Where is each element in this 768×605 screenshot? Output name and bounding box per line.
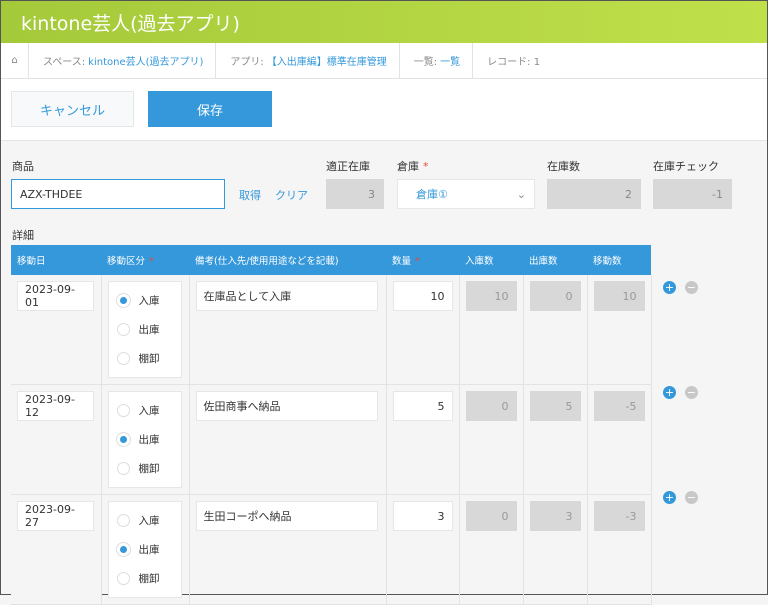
qty-input[interactable]: 5	[392, 391, 453, 421]
qty-input[interactable]: 10	[392, 281, 453, 311]
product-input[interactable]: AZX-THDEE	[11, 179, 225, 209]
radio-button[interactable]	[116, 462, 130, 475]
in-field: 0	[465, 391, 517, 421]
radio-label: 出庫	[138, 324, 160, 336]
kind-radio-group: 入庫 出庫 棚卸	[107, 501, 182, 598]
radio-option[interactable]: 棚卸	[116, 564, 173, 593]
row-actions: + −	[663, 386, 698, 399]
radio-button[interactable]	[116, 572, 130, 585]
header-out: 出庫数	[523, 245, 587, 275]
radio-label: 入庫	[138, 405, 160, 417]
header-date: 移動日	[11, 245, 101, 275]
remove-row-icon[interactable]: −	[685, 281, 698, 294]
toolbar: キャンセル 保存	[1, 79, 767, 141]
note-input[interactable]: 在庫品として入庫	[195, 281, 378, 311]
stock-check-label: 在庫チェック	[653, 160, 719, 173]
qty-input[interactable]: 3	[392, 501, 453, 531]
note-input[interactable]: 佐田商事へ納品	[195, 391, 378, 421]
date-input[interactable]: 2023-09-27	[17, 501, 94, 531]
stock-label: 在庫数	[547, 160, 580, 173]
space-link[interactable]: kintone芸人(過去アプリ)	[88, 53, 203, 68]
breadcrumb: ⌂ スペース: kintone芸人(過去アプリ) アプリ: 【入出庫編】標準在庫管理…	[1, 42, 767, 79]
radio-button[interactable]	[116, 543, 130, 556]
row-actions: + −	[663, 281, 698, 294]
radio-label: 棚卸	[138, 573, 160, 585]
breadcrumb-view[interactable]: 一覧: 一覧	[400, 42, 474, 79]
out-field: 5	[529, 391, 581, 421]
table-row: 2023-09-12 入庫出庫棚卸 佐田商事へ納品 5 0 5 -5	[11, 384, 652, 495]
warehouse-label: 倉庫 *	[397, 160, 429, 173]
proper-stock-label: 適正在庫	[326, 160, 370, 173]
in-field: 0	[465, 501, 517, 531]
header-kind: 移動区分 *	[101, 245, 189, 275]
header-note: 備考(仕入先/使用用途などを記載)	[189, 245, 386, 275]
detail-table: 移動日 移動区分 * 備考(仕入先/使用用途などを記載) 数量 * 入庫数 出庫数 …	[11, 245, 652, 605]
add-row-icon[interactable]: +	[663, 386, 676, 399]
date-input[interactable]: 2023-09-12	[17, 391, 94, 421]
header-move: 移動数	[587, 245, 651, 275]
remove-row-icon[interactable]: −	[685, 386, 698, 399]
radio-button[interactable]	[116, 294, 130, 307]
stock-check-field: -1	[653, 179, 732, 209]
add-row-icon[interactable]: +	[663, 491, 676, 504]
radio-label: 棚卸	[138, 463, 160, 475]
row-actions: + −	[663, 491, 698, 504]
detail-label: 詳細	[12, 229, 34, 242]
get-link[interactable]: 取得	[239, 187, 261, 203]
table-row: 2023-09-01 入庫出庫棚卸 在庫品として入庫 10 10 0 10	[11, 275, 652, 385]
radio-option[interactable]: 出庫	[116, 315, 173, 344]
app-label: アプリ:	[230, 57, 264, 68]
note-input[interactable]: 生田コーポへ納品	[195, 501, 378, 531]
radio-option[interactable]: 入庫	[116, 506, 173, 535]
radio-label: 棚卸	[138, 353, 160, 365]
proper-stock-field: 3	[326, 179, 384, 209]
radio-label: 入庫	[138, 515, 160, 527]
in-field: 10	[465, 281, 517, 311]
radio-label: 入庫	[138, 295, 160, 307]
save-button[interactable]: 保存	[148, 91, 272, 127]
warehouse-select[interactable]: 倉庫① ⌄	[397, 179, 535, 209]
move-field: -5	[593, 391, 645, 421]
radio-label: 出庫	[138, 434, 160, 446]
out-field: 3	[529, 501, 581, 531]
app-link[interactable]: 【入出庫編】標準在庫管理	[267, 53, 387, 68]
radio-option[interactable]: 出庫	[116, 535, 173, 564]
move-field: -3	[593, 501, 645, 531]
radio-option[interactable]: 棚卸	[116, 454, 173, 483]
app-title: kintone芸人(過去アプリ)	[1, 1, 767, 43]
header-qty: 数量 *	[386, 245, 459, 275]
header-in: 入庫数	[459, 245, 523, 275]
add-row-icon[interactable]: +	[663, 281, 676, 294]
radio-label: 出庫	[138, 544, 160, 556]
radio-option[interactable]: 入庫	[116, 286, 173, 315]
stock-field: 2	[547, 179, 641, 209]
radio-option[interactable]: 入庫	[116, 396, 173, 425]
kind-radio-group: 入庫 出庫 棚卸	[107, 391, 182, 488]
radio-option[interactable]: 棚卸	[116, 344, 173, 373]
kind-radio-group: 入庫 出庫 棚卸	[107, 281, 182, 378]
warehouse-value: 倉庫①	[416, 188, 448, 201]
product-label: 商品	[12, 160, 34, 173]
chevron-down-icon: ⌄	[516, 187, 526, 201]
breadcrumb-record: レコード: 1	[487, 57, 541, 68]
clear-link[interactable]: クリア	[275, 187, 308, 203]
breadcrumb-app[interactable]: アプリ: 【入出庫編】標準在庫管理	[216, 42, 400, 79]
view-link[interactable]: 一覧	[440, 53, 460, 68]
move-field: 10	[593, 281, 645, 311]
radio-button[interactable]	[116, 433, 130, 446]
remove-row-icon[interactable]: −	[685, 491, 698, 504]
radio-button[interactable]	[116, 323, 130, 336]
table-row: 2023-09-27 入庫出庫棚卸 生田コーポへ納品 3 0 3 -3	[11, 494, 652, 605]
radio-button[interactable]	[116, 352, 130, 365]
space-label: スペース:	[43, 57, 86, 68]
view-label: 一覧:	[413, 57, 438, 68]
radio-option[interactable]: 出庫	[116, 425, 173, 454]
cancel-button[interactable]: キャンセル	[11, 91, 134, 127]
radio-button[interactable]	[116, 404, 130, 417]
date-input[interactable]: 2023-09-01	[17, 281, 94, 311]
breadcrumb-space[interactable]: スペース: kintone芸人(過去アプリ)	[29, 42, 217, 79]
home-icon[interactable]: ⌂	[1, 42, 29, 79]
out-field: 0	[529, 281, 581, 311]
radio-button[interactable]	[116, 514, 130, 527]
